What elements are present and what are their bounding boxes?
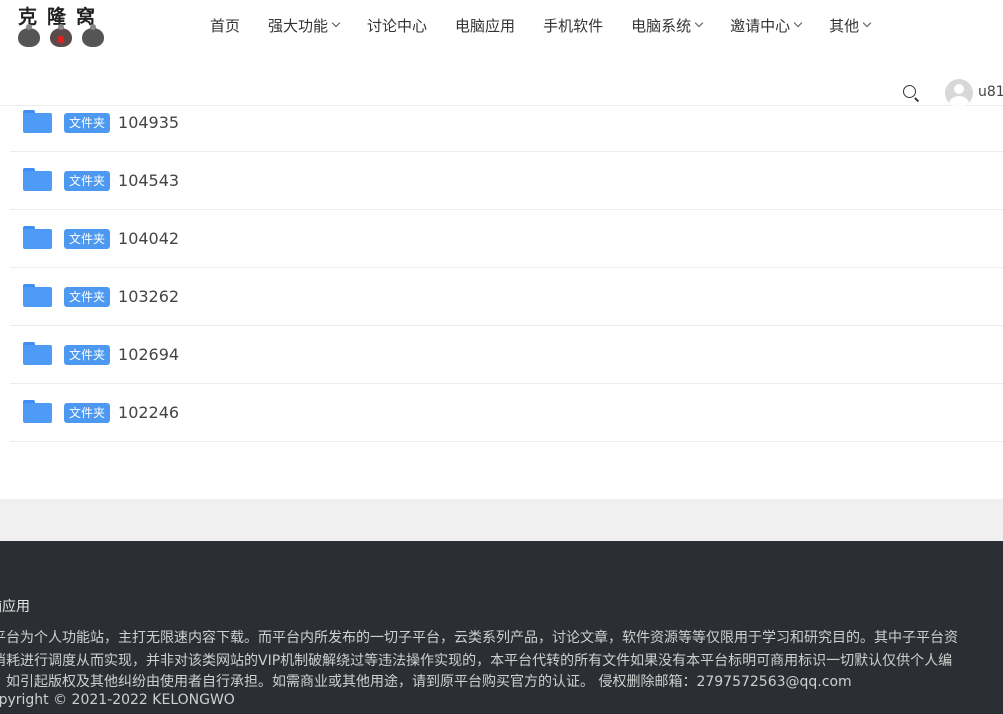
file-list: 文件夹 104935 文件夹 104543 文件夹 104042 文件夹 103… (10, 94, 1003, 442)
nav-item-home[interactable]: 首页 (210, 15, 240, 36)
file-name[interactable]: 102246 (118, 403, 179, 422)
nav-item-pc-apps[interactable]: 电脑应用 (455, 15, 515, 36)
type-badge: 文件夹 (64, 170, 111, 191)
folder-icon (23, 342, 52, 365)
nav-item-features[interactable]: 强大功能 (268, 15, 341, 36)
chevron-down-icon (694, 18, 704, 28)
nav-item-discussion[interactable]: 讨论中心 (367, 15, 427, 36)
folder-icon (23, 284, 52, 307)
type-badge: 文件夹 (64, 402, 111, 423)
main-nav: 首页 强大功能 讨论中心 电脑应用 手机软件 电脑系统 邀请中心 其他 (196, 0, 884, 50)
chevron-down-icon (862, 18, 872, 28)
search-icon[interactable] (903, 85, 920, 102)
footer-title: 脑应用 (0, 599, 30, 615)
file-name[interactable]: 104042 (118, 229, 179, 248)
nav-item-invite[interactable]: 邀请中心 (730, 15, 803, 36)
nav-label: 强大功能 (268, 16, 329, 35)
list-item[interactable]: 文件夹 102246 (10, 384, 1003, 442)
site-footer: 脑应用 平台为个人功能站，主打无限速内容下载。而平台内所发布的一切子平台，云类系… (0, 541, 1003, 714)
file-name[interactable]: 103262 (118, 287, 179, 306)
section-divider (0, 499, 1003, 541)
nav-label: 首页 (210, 16, 241, 35)
chevron-down-icon (331, 18, 341, 28)
nav-label: 讨论中心 (367, 16, 428, 35)
nav-label: 电脑应用 (455, 16, 516, 35)
list-item[interactable]: 文件夹 102694 (10, 326, 1003, 384)
file-name[interactable]: 104543 (118, 171, 179, 190)
list-item[interactable]: 文件夹 104543 (10, 152, 1003, 210)
list-item[interactable]: 文件夹 103262 (10, 268, 1003, 326)
footer-disclaimer-line: 消耗进行调度从而实现，并非对该类网站的VIP机制破解绕过等违法操作实现的，本平台… (0, 653, 953, 669)
type-badge: 文件夹 (64, 112, 111, 133)
nav-label: 其他 (829, 16, 860, 35)
file-name[interactable]: 102694 (118, 345, 179, 364)
avatar[interactable] (945, 79, 973, 107)
nav-label: 电脑系统 (631, 16, 692, 35)
nav-label: 邀请中心 (730, 16, 791, 35)
footer-disclaimer-line: 如引起版权及其他纠纷由使用者自行承担。如需商业或其他用途，请到原平台购买官方的认… (6, 674, 852, 690)
type-badge: 文件夹 (64, 286, 111, 307)
folder-icon (23, 110, 52, 133)
type-badge: 文件夹 (64, 344, 111, 365)
footer-disclaimer-line: 平台为个人功能站，主打无限速内容下载。而平台内所发布的一切子平台，云类系列产品，… (0, 630, 958, 646)
nav-label: 手机软件 (543, 16, 604, 35)
site-logo[interactable]: 克隆窝 (16, 2, 106, 50)
list-item[interactable]: 文件夹 104042 (10, 210, 1003, 268)
file-name[interactable]: 104935 (118, 113, 179, 132)
copyright: opyright © 2021-2022 KELONGWO (0, 692, 235, 708)
username[interactable]: u81 (978, 84, 1003, 100)
folder-icon (23, 400, 52, 423)
nav-item-mobile-software[interactable]: 手机软件 (543, 15, 603, 36)
folder-icon (23, 168, 52, 191)
site-header: 克隆窝 首页 强大功能 讨论中心 电脑应用 手机软件 电脑系统 邀请中心 其他 … (0, 0, 1003, 107)
chevron-down-icon (793, 18, 803, 28)
folder-icon (23, 226, 52, 249)
nav-item-pc-systems[interactable]: 电脑系统 (631, 15, 704, 36)
type-badge: 文件夹 (64, 228, 111, 249)
nav-item-other[interactable]: 其他 (829, 15, 872, 36)
logo-bugs-icon (16, 24, 106, 50)
